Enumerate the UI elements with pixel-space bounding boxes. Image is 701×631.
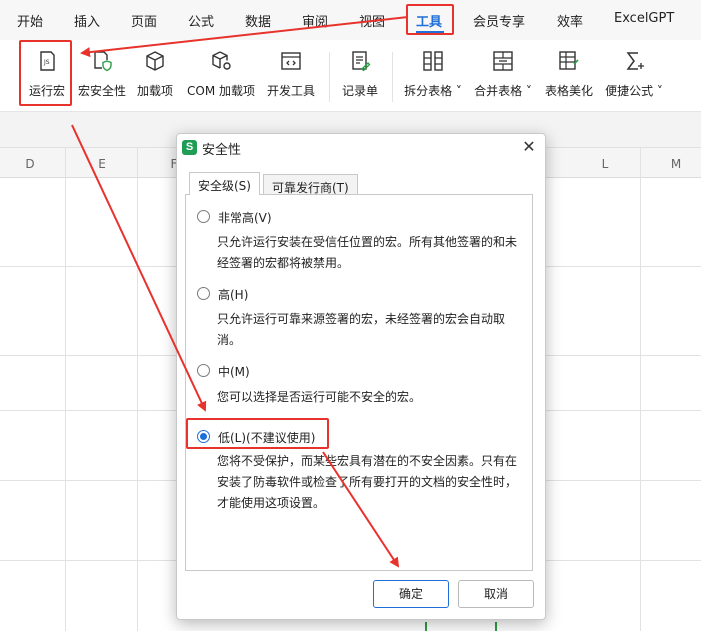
column-e[interactable]: E xyxy=(67,157,137,171)
cube-icon xyxy=(146,51,164,71)
cancel-button[interactable]: 取消 xyxy=(458,580,534,608)
tab-security-level[interactable]: 安全级(S) xyxy=(189,172,260,195)
merge-table-button[interactable]: 合并表格 ˅ xyxy=(472,40,534,112)
developer-tools-button[interactable]: 开发工具 xyxy=(264,40,318,112)
option-desc: 您可以选择是否运行可能不安全的宏。 xyxy=(217,390,422,404)
ok-button[interactable]: 确定 xyxy=(373,580,449,608)
macro-security-button[interactable]: 宏安全性 xyxy=(76,40,128,112)
grid-line xyxy=(640,148,641,631)
cell-border-mark xyxy=(425,622,427,631)
column-d[interactable]: D xyxy=(0,157,65,171)
tab-data[interactable]: 数据 xyxy=(245,11,271,30)
highlight-box xyxy=(19,40,72,106)
menu-bar: 开始 插入 页面 公式 数据 审阅 视图 工具 会员专享 效率 ExcelGPT xyxy=(0,0,701,40)
column-l[interactable]: L xyxy=(570,157,640,171)
radio-high[interactable] xyxy=(197,287,210,300)
tab-home[interactable]: 开始 xyxy=(17,11,43,30)
addins-button[interactable]: 加载项 xyxy=(133,40,177,112)
com-addins-button[interactable]: COM 加载项 xyxy=(184,40,258,112)
quick-formula-label: 便捷公式 xyxy=(605,84,654,98)
sigma-icon xyxy=(626,52,644,70)
table-beautify-icon xyxy=(559,51,579,70)
security-dialog: S 安全性 ✕ 安全级(S) 可靠发行商(T) 非常高(V) 只允许运行安装在受… xyxy=(176,133,546,620)
tab-member[interactable]: 会员专享 xyxy=(473,11,525,30)
option-label: 高(H) xyxy=(218,288,249,302)
wps-logo-icon: S xyxy=(182,140,197,155)
tab-trusted-publishers[interactable]: 可靠发行商(T) xyxy=(263,174,358,195)
option-label: 非常高(V) xyxy=(218,211,272,225)
option-desc: 只允许运行安装在受信任位置的宏。所有其他签署的和未经签署的宏都将被禁用。 xyxy=(217,235,518,270)
tab-excelgpt[interactable]: ExcelGPT xyxy=(614,11,674,26)
cube-gear-icon xyxy=(212,51,231,70)
split-table-button[interactable]: 拆分表格 ˅ xyxy=(402,40,464,112)
table-beautify-button[interactable]: 表格美化 xyxy=(542,40,596,112)
highlight-box xyxy=(406,4,454,35)
ribbon-divider xyxy=(392,52,393,102)
grid-line xyxy=(65,148,66,631)
dialog-title: 安全性 xyxy=(202,143,242,158)
option-label: 中(M) xyxy=(218,365,250,379)
radio-medium[interactable] xyxy=(197,364,210,377)
tab-efficiency[interactable]: 效率 xyxy=(557,11,583,30)
tab-page[interactable]: 页面 xyxy=(131,11,157,30)
quick-formula-button[interactable]: 便捷公式 ˅ xyxy=(602,40,666,112)
chevron-down-icon: ˅ xyxy=(653,84,663,98)
radio-very-high[interactable] xyxy=(197,210,210,223)
split-table-icon xyxy=(423,51,443,71)
code-window-icon xyxy=(281,52,301,70)
close-icon[interactable]: ✕ xyxy=(519,137,539,157)
dialog-titlebar[interactable]: S 安全性 ✕ xyxy=(177,134,545,160)
form-edit-icon xyxy=(352,51,371,72)
option-desc: 您将不受保护，而某些宏具有潜在的不安全因素。只有在安装了防毒软件或检查了所有要打… xyxy=(217,454,518,510)
merge-table-label: 合并表格 xyxy=(474,84,523,98)
cell-border-mark xyxy=(495,622,497,631)
tab-view[interactable]: 视图 xyxy=(359,11,385,30)
chevron-down-icon: ˅ xyxy=(452,84,462,98)
highlight-box xyxy=(186,418,329,449)
macro-shield-icon xyxy=(94,51,112,72)
column-m[interactable]: M xyxy=(641,157,701,171)
chevron-down-icon: ˅ xyxy=(522,84,532,98)
ribbon: JS 运行宏 宏安全性 加载项 COM 加载项 开发工具 记录单 拆分表格 ˅ … xyxy=(0,40,701,112)
merge-table-icon xyxy=(493,51,513,71)
grid-line xyxy=(137,148,138,631)
ribbon-divider xyxy=(329,52,330,102)
option-desc: 只允许运行可靠来源签署的宏，未经签署的宏会自动取消。 xyxy=(217,312,506,347)
tab-review[interactable]: 审阅 xyxy=(302,11,328,30)
tab-formula[interactable]: 公式 xyxy=(188,11,214,30)
record-form-button[interactable]: 记录单 xyxy=(338,40,382,112)
split-table-label: 拆分表格 xyxy=(404,84,453,98)
tab-insert[interactable]: 插入 xyxy=(74,11,100,30)
